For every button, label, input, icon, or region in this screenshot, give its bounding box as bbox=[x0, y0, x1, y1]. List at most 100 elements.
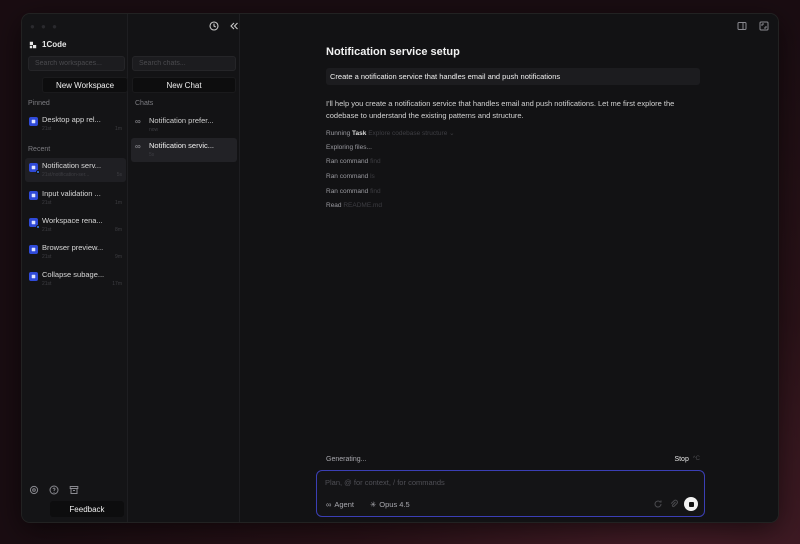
pinned-section-label: Pinned bbox=[28, 100, 50, 107]
stop-button[interactable]: Stop ^C bbox=[674, 456, 700, 463]
archive-icon[interactable] bbox=[68, 484, 80, 496]
gear-icon[interactable] bbox=[28, 484, 40, 496]
workspace-item-pinned[interactable]: Desktop app rel... 21st 1m bbox=[25, 112, 126, 136]
composer-input[interactable] bbox=[325, 478, 665, 487]
chat-title: Notification servic... bbox=[149, 141, 215, 150]
brand-name: 1Code bbox=[42, 40, 67, 49]
assistant-message: I'll help you create a notification serv… bbox=[326, 99, 675, 120]
refresh-icon[interactable] bbox=[652, 498, 664, 510]
model-label: Opus 4.5 bbox=[379, 500, 410, 509]
logo-icon bbox=[29, 41, 37, 48]
clock-icon[interactable] bbox=[208, 20, 220, 32]
sidebar-footer-icons bbox=[28, 484, 80, 496]
stop-icon bbox=[688, 501, 694, 507]
workspace-title: Browser preview... bbox=[42, 243, 104, 252]
workspace-time: 17m bbox=[112, 281, 122, 287]
chat-item[interactable]: ∞ Notification servic... 5s bbox=[131, 138, 237, 162]
brand: 1Code bbox=[29, 40, 66, 49]
panel-toggle-icon[interactable] bbox=[736, 20, 748, 32]
help-circle-icon[interactable] bbox=[48, 484, 60, 496]
new-chat-button[interactable]: New Chat bbox=[132, 77, 236, 93]
tool-row-command[interactable]: Ran command ls bbox=[326, 173, 455, 188]
tool-status: Ran command bbox=[326, 187, 369, 195]
composer-actions bbox=[652, 497, 698, 511]
infinity-icon: ∞ bbox=[326, 500, 332, 509]
tool-status: Ran command bbox=[326, 173, 369, 181]
chat-time: now bbox=[149, 127, 159, 133]
mode-label: Agent bbox=[334, 500, 354, 509]
tool-substatus: Exploring files... bbox=[326, 143, 372, 151]
tool-detail: Explore codebase structure bbox=[368, 130, 448, 137]
workspace-icon bbox=[29, 117, 38, 126]
workspace-title: Input validation ... bbox=[42, 189, 101, 198]
workspace-time: 5s bbox=[116, 172, 122, 178]
tool-status: Running bbox=[326, 130, 351, 137]
chat-search-input[interactable] bbox=[132, 56, 236, 71]
workspace-title: Notification serv... bbox=[42, 161, 102, 170]
workspace-meta: 21st bbox=[42, 200, 52, 206]
tool-detail: ls bbox=[370, 173, 375, 181]
workspace-item-recent[interactable]: Workspace rena... 21st 8m bbox=[25, 213, 126, 237]
app-window: ● ● ● 1Code New Workspace Pinned Desktop… bbox=[22, 14, 778, 522]
workspace-time: 1m bbox=[115, 200, 122, 206]
workspace-icon bbox=[29, 218, 40, 229]
workspace-title: Collapse subage... bbox=[42, 270, 105, 279]
workspace-meta: 21st bbox=[42, 227, 52, 233]
window-controls[interactable]: ● ● ● bbox=[30, 22, 59, 31]
model-selector[interactable]: ✳ Opus 4.5 bbox=[370, 500, 410, 509]
chevron-down-icon[interactable]: ⌄ bbox=[449, 130, 454, 137]
composer-options: ∞ Agent ✳ Opus 4.5 bbox=[326, 500, 410, 509]
workspace-icon bbox=[29, 163, 40, 174]
user-message: Create a notification service that handl… bbox=[326, 68, 700, 85]
workspace-sidebar: ● ● ● 1Code New Workspace Pinned Desktop… bbox=[22, 14, 128, 522]
chat-item[interactable]: ∞ Notification prefer... now bbox=[131, 113, 237, 137]
chats-sidebar: New Chat Chats ∞ Notification prefer... … bbox=[128, 14, 240, 522]
tool-detail: README.md bbox=[343, 202, 383, 210]
tool-activity-list: Running Task Explore codebase structure … bbox=[326, 129, 455, 217]
workspace-icon bbox=[29, 191, 38, 200]
chat-time: 5s bbox=[149, 152, 155, 158]
generating-label: Generating... bbox=[326, 456, 367, 463]
workspace-item-recent[interactable]: Input validation ... 21st 1m bbox=[25, 186, 126, 210]
chat-title: Notification prefer... bbox=[149, 116, 214, 125]
generation-status-bar: Generating... Stop ^C bbox=[326, 456, 700, 463]
tool-status: Read bbox=[326, 202, 342, 210]
workspace-item-recent[interactable]: Collapse subage... 21st 17m bbox=[25, 267, 126, 291]
workspace-title: Desktop app rel... bbox=[42, 115, 101, 124]
paperclip-icon[interactable] bbox=[668, 498, 680, 510]
workspace-meta: 21st bbox=[42, 254, 52, 260]
tool-detail: find bbox=[370, 158, 381, 166]
workspace-item-recent[interactable]: Notification serv... 21st/notification-s… bbox=[25, 158, 126, 182]
workspace-meta: 21st bbox=[42, 126, 52, 132]
workspace-search-input[interactable] bbox=[28, 56, 125, 71]
tool-row-read[interactable]: Read README.md bbox=[326, 202, 455, 217]
tool-row-command[interactable]: Ran command find bbox=[326, 188, 455, 203]
workspace-icon bbox=[29, 272, 38, 281]
mode-selector[interactable]: ∞ Agent bbox=[326, 500, 354, 509]
feedback-button[interactable]: Feedback bbox=[50, 501, 124, 517]
sparkle-icon: ✳ bbox=[369, 500, 377, 509]
main-top-actions bbox=[736, 20, 770, 32]
chat-pane: Notification service setup Create a noti… bbox=[240, 14, 778, 522]
workspace-time: 8m bbox=[115, 227, 122, 233]
expand-icon[interactable] bbox=[758, 20, 770, 32]
workspace-time: 1m bbox=[115, 126, 122, 132]
new-workspace-button[interactable]: New Workspace bbox=[42, 77, 128, 93]
workspace-time: 9m bbox=[115, 254, 122, 260]
infinity-icon: ∞ bbox=[135, 117, 141, 126]
workspace-meta: 21st/notification-ser... bbox=[42, 172, 90, 178]
workspace-item-recent[interactable]: Browser preview... 21st 9m bbox=[25, 240, 126, 264]
recent-section-label: Recent bbox=[28, 146, 51, 153]
infinity-icon: ∞ bbox=[135, 142, 141, 151]
tool-row-task[interactable]: Running Task Explore codebase structure … bbox=[326, 129, 455, 144]
double-chevron-left-icon[interactable] bbox=[228, 20, 240, 32]
stop-label: Stop bbox=[674, 456, 689, 463]
sidebar-top-actions bbox=[208, 20, 240, 32]
tool-detail: find bbox=[370, 187, 381, 195]
tool-row-command[interactable]: Ran command find bbox=[326, 158, 455, 173]
composer: ∞ Agent ✳ Opus 4.5 bbox=[316, 470, 705, 517]
tool-status: Ran command bbox=[326, 158, 369, 166]
chats-section-label: Chats bbox=[135, 100, 154, 107]
tool-name: Task bbox=[352, 130, 367, 137]
stop-generation-button[interactable] bbox=[684, 497, 698, 511]
